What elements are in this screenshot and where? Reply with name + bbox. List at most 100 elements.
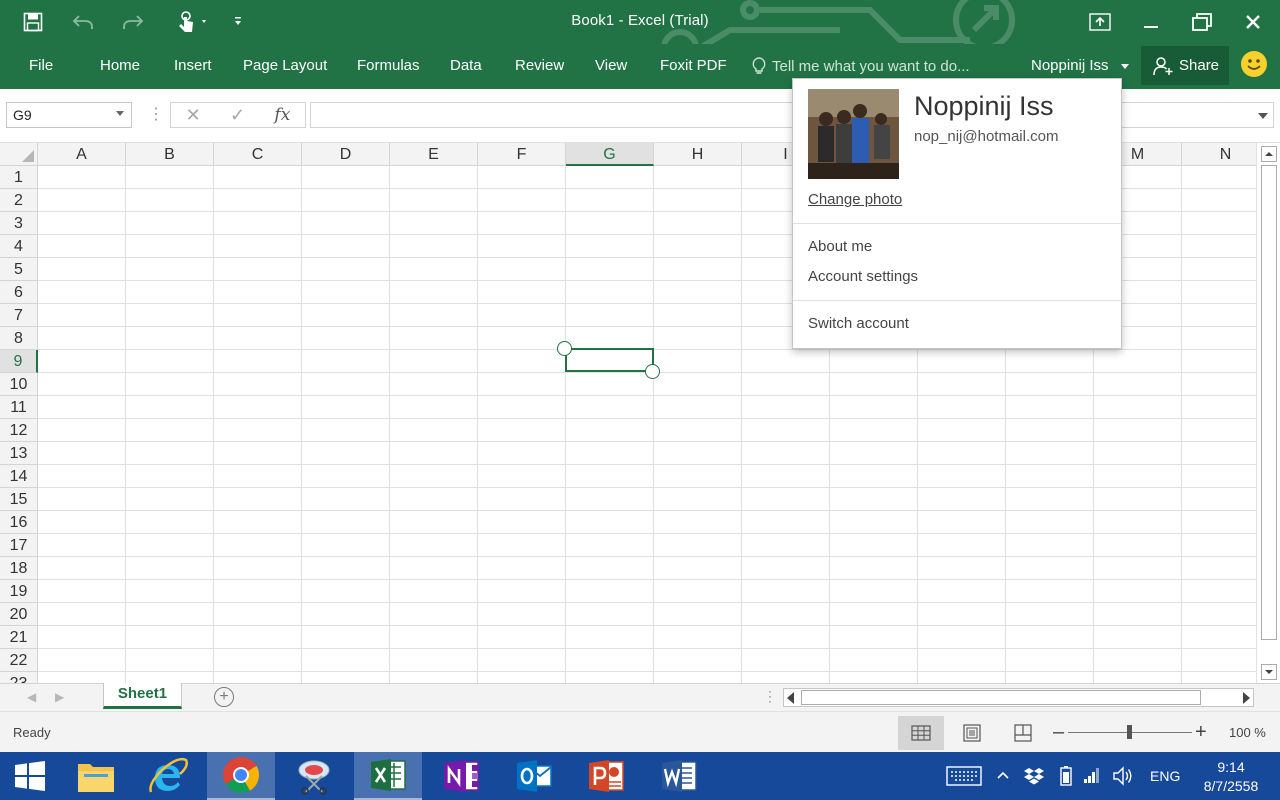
row-header-2[interactable]: 2 [0,189,38,212]
row-header-17[interactable]: 17 [0,534,38,557]
network-signal-icon[interactable] [1083,766,1101,784]
switch-account-link[interactable]: Switch account [808,315,909,332]
tab-insert[interactable]: Insert [174,54,212,78]
change-photo-link[interactable]: Change photo [808,191,902,208]
column-header-c[interactable]: C [214,143,302,166]
zoom-level[interactable]: 100 % [1229,725,1266,740]
page-layout-view-button[interactable] [949,716,995,750]
vertical-scrollbar[interactable] [1256,143,1280,683]
taskbar-powerpoint[interactable] [572,752,640,800]
row-header-1[interactable]: 1 [0,166,38,189]
cancel-icon[interactable]: ✕ [186,105,201,126]
row-header-10[interactable]: 10 [0,373,38,396]
selection-handle-bottom-right[interactable] [645,364,660,379]
sheet-prev-icon[interactable]: ◀ [27,690,36,704]
column-header-b[interactable]: B [126,143,214,166]
expand-formula-bar-icon[interactable] [1258,113,1268,119]
row-header-3[interactable]: 3 [0,212,38,235]
formula-bar-resize-handle[interactable]: ⋮ [148,107,164,123]
touch-keyboard-icon[interactable] [946,765,982,787]
row-header-23[interactable]: 23 [0,672,38,683]
tab-data[interactable]: Data [450,54,482,78]
selection-handle-top-left[interactable] [557,341,572,356]
share-button[interactable]: Share [1141,46,1229,85]
tab-foxit-pdf[interactable]: Foxit PDF [660,54,727,78]
insert-function-icon[interactable]: fx [274,105,290,125]
tab-page-layout[interactable]: Page Layout [243,54,327,78]
taskbar-chrome[interactable] [207,752,275,800]
name-box[interactable]: G9 [6,102,132,128]
row-header-14[interactable]: 14 [0,465,38,488]
row-header-4[interactable]: 4 [0,235,38,258]
row-header-9[interactable]: 9 [0,350,38,373]
sheet-tab-sheet1[interactable]: Sheet1 [103,683,182,709]
column-header-d[interactable]: D [302,143,390,166]
sheet-next-icon[interactable]: ▶ [55,690,64,704]
tab-view[interactable]: View [595,54,627,78]
vertical-scroll-thumb[interactable] [1261,165,1277,640]
taskbar-internet-explorer[interactable] [134,752,202,800]
row-header-5[interactable]: 5 [0,258,38,281]
column-header-a[interactable]: A [38,143,126,166]
taskbar-word[interactable] [645,752,713,800]
normal-view-button[interactable] [898,716,944,750]
about-me-link[interactable]: About me [808,238,872,255]
clock[interactable]: 9:14 8/7/2558 [1196,758,1266,796]
selected-cell-g9[interactable] [565,348,654,372]
row-header-20[interactable]: 20 [0,603,38,626]
zoom-in-button[interactable]: + [1195,722,1207,742]
column-header-g[interactable]: G [566,143,654,166]
row-header-12[interactable]: 12 [0,419,38,442]
taskbar-outlook[interactable] [500,752,568,800]
account-settings-link[interactable]: Account settings [808,268,918,285]
row-header-16[interactable]: 16 [0,511,38,534]
minimize-button[interactable] [1129,6,1173,38]
close-button[interactable] [1231,6,1275,38]
restore-button[interactable] [1180,6,1224,38]
row-header-11[interactable]: 11 [0,396,38,419]
row-header-6[interactable]: 6 [0,281,38,304]
user-account-button[interactable]: Noppinij Iss [1031,54,1129,78]
tab-formulas[interactable]: Formulas [357,54,420,78]
row-header-18[interactable]: 18 [0,557,38,580]
tab-review[interactable]: Review [515,54,564,78]
scroll-right-icon[interactable] [1243,692,1250,704]
column-header-e[interactable]: E [390,143,478,166]
row-header-19[interactable]: 19 [0,580,38,603]
ribbon-display-options-button[interactable] [1078,6,1122,38]
dropbox-icon[interactable] [1024,766,1044,786]
taskbar-snipping-tool[interactable] [280,752,348,800]
horizontal-scrollbar[interactable] [783,688,1254,707]
volume-icon[interactable] [1112,766,1134,786]
tab-split-handle[interactable]: ⋮ [763,688,777,705]
add-sheet-button[interactable]: + [214,687,234,707]
row-header-8[interactable]: 8 [0,327,38,350]
taskbar-excel[interactable] [354,752,422,800]
scroll-left-icon[interactable] [787,692,794,704]
battery-icon[interactable] [1060,766,1072,786]
tab-home[interactable]: Home [100,54,140,78]
row-header-21[interactable]: 21 [0,626,38,649]
row-header-13[interactable]: 13 [0,442,38,465]
column-header-n[interactable]: N [1182,143,1256,166]
row-header-15[interactable]: 15 [0,488,38,511]
select-all-button[interactable] [0,143,38,166]
column-header-h[interactable]: H [654,143,742,166]
column-header-f[interactable]: F [478,143,566,166]
page-break-preview-button[interactable] [1000,716,1046,750]
row-header-7[interactable]: 7 [0,304,38,327]
scroll-up-button[interactable] [1261,146,1277,162]
taskbar-file-explorer[interactable] [62,752,130,800]
show-hidden-icons-icon[interactable] [997,770,1009,780]
tab-file[interactable]: File [29,54,53,78]
name-box-dropdown-icon[interactable] [116,111,124,116]
input-language[interactable]: ENG [1150,768,1180,784]
scroll-down-button[interactable] [1261,664,1277,680]
zoom-slider-handle[interactable] [1127,725,1132,739]
enter-icon[interactable]: ✓ [230,105,245,126]
row-header-22[interactable]: 22 [0,649,38,672]
taskbar-onenote[interactable] [427,752,495,800]
tell-me-search[interactable]: Tell me what you want to do... [752,54,970,78]
zoom-out-button[interactable]: – [1053,722,1064,742]
horizontal-scroll-thumb[interactable] [801,690,1201,705]
